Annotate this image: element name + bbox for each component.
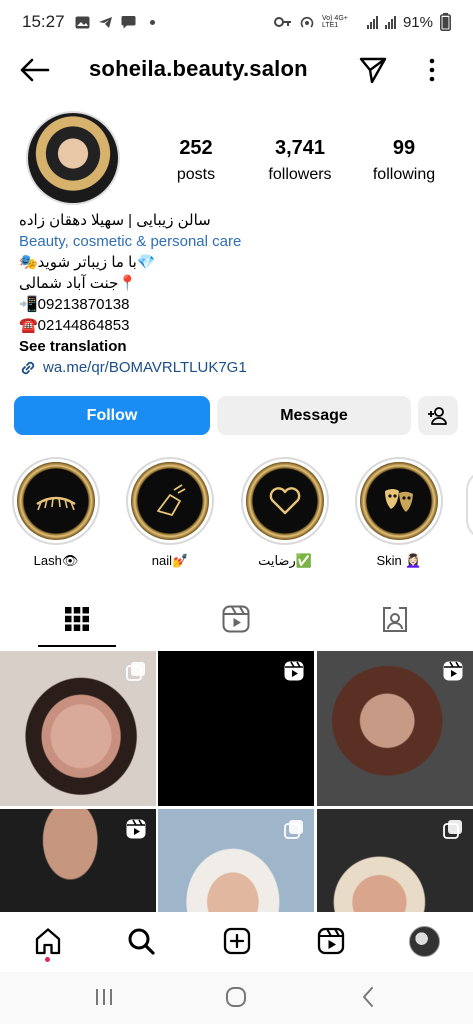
bio-line-2: 📍جنت آباد شمالی (19, 275, 138, 292)
highlight-cover (360, 462, 438, 540)
see-translation-button[interactable]: See translation (19, 336, 459, 357)
posts-count: 252 (179, 137, 213, 159)
carousel-icon (126, 662, 145, 681)
following-count: 99 (392, 137, 416, 159)
reel-icon (443, 661, 463, 681)
gallery-icon (75, 16, 90, 28)
system-status: Vo) 4G+ LTE1 91% (273, 13, 451, 31)
profile-avatar[interactable] (26, 111, 120, 205)
telegram-icon (98, 16, 112, 28)
status-bar: 15:27 Vo) 4G+ LTE1 91% (0, 0, 473, 44)
highlight-skin[interactable]: Skin 💆🏻‍♀️ (354, 457, 444, 569)
grid-post-1[interactable] (0, 651, 156, 806)
highlight-ring (126, 457, 214, 545)
highlight-nail[interactable]: nail💅 (125, 457, 215, 569)
profile-avatar-nav[interactable] (409, 926, 440, 957)
hotspot-icon (300, 16, 314, 28)
highlight-ring (355, 457, 443, 545)
profile-bio: سالن زیبایی | سهیلا دهقان زاده Beauty, c… (19, 210, 459, 378)
signal-icon (366, 15, 378, 29)
key-icon (273, 17, 291, 27)
add-user-icon (428, 406, 447, 425)
dot-icon (149, 19, 155, 25)
followers-stat[interactable]: 3,741 followers (245, 137, 355, 184)
carousel-icon (443, 820, 462, 839)
grid-post-6[interactable] (317, 809, 473, 913)
highlight-label: nail💅 (151, 553, 189, 568)
grid-post-4[interactable] (0, 809, 156, 913)
grid-icon[interactable] (62, 604, 92, 634)
notification-icons (75, 15, 155, 29)
mask-icon (385, 489, 413, 512)
highlight-satisfaction[interactable]: رضایت✅ (240, 457, 330, 569)
heart-icon (269, 487, 301, 515)
home-icon[interactable] (33, 926, 63, 956)
highlight-partial[interactable] (466, 470, 473, 540)
follow-button[interactable]: Follow (14, 396, 210, 435)
bio-line-1: 💎با ما زیباتر شوید🎭 (19, 254, 156, 271)
send-icon[interactable] (358, 54, 388, 84)
signal-icon-2 (384, 15, 396, 29)
posts-label: posts (176, 166, 216, 183)
posts-grid (0, 651, 473, 913)
bio-phone-1: 📲09213870138 (19, 296, 130, 313)
bio-phone-2: ☎️02144864853 (19, 317, 130, 334)
bottom-navigation (0, 912, 473, 972)
message-button[interactable]: Message (217, 396, 411, 435)
highlight-lash[interactable]: Lash👁 (11, 457, 101, 569)
bio-website-link[interactable]: wa.me/qr/BOMAVRLTLUK7G1 (19, 357, 459, 378)
link-icon (21, 361, 35, 374)
reels-icon[interactable] (221, 604, 251, 634)
grid-post-2[interactable] (158, 651, 314, 806)
highlight-cover (17, 462, 95, 540)
chat-icon (121, 16, 136, 29)
reels-nav-icon[interactable] (316, 926, 346, 956)
home-button-icon[interactable] (223, 984, 249, 1010)
bio-category[interactable]: Beauty, cosmetic & personal care (19, 231, 459, 252)
highlight-label: Lash👁 (33, 553, 79, 568)
bio-link-text[interactable]: wa.me/qr/BOMAVRLTLUK7G1 (43, 357, 247, 378)
profile-tabs (0, 600, 473, 648)
profile-header: soheila.beauty.salon (0, 48, 473, 92)
lash-icon (36, 496, 76, 511)
battery-icon (440, 13, 451, 31)
following-label: following (372, 166, 436, 183)
recent-apps-icon[interactable] (91, 984, 117, 1010)
system-navigation-bar (0, 972, 473, 1024)
notification-dot (45, 957, 50, 962)
followers-label: followers (268, 166, 332, 183)
profile-username: soheila.beauty.salon (89, 56, 308, 81)
search-icon[interactable] (126, 926, 156, 956)
following-stat[interactable]: 99 following (349, 137, 459, 184)
posts-stat[interactable]: 252 posts (141, 137, 251, 184)
active-tab-indicator (38, 645, 116, 647)
tagged-icon[interactable] (380, 604, 410, 634)
suggested-users-button[interactable] (418, 396, 458, 435)
reel-icon (284, 661, 304, 681)
highlight-ring (241, 457, 329, 545)
carousel-icon (284, 820, 303, 839)
grid-post-5[interactable] (158, 809, 314, 913)
nail-icon (157, 484, 186, 516)
bio-name: سالن زیبایی | سهیلا دهقان زاده (19, 212, 211, 229)
back-button-icon[interactable] (356, 984, 382, 1010)
back-arrow-icon[interactable] (18, 56, 50, 84)
highlight-ring (12, 457, 100, 545)
highlight-label: Skin 💆🏻‍♀️ (376, 553, 422, 568)
battery-text: 91% (402, 13, 433, 31)
create-icon[interactable] (222, 926, 252, 956)
highlight-cover (246, 462, 324, 540)
status-time: 15:27 (22, 12, 65, 31)
highlight-cover (131, 462, 209, 540)
more-options-icon[interactable] (420, 56, 444, 84)
reel-icon (126, 819, 146, 839)
highlight-label: رضایت✅ (258, 553, 312, 568)
network-label: Vo) 4G+ LTE1 (321, 15, 348, 29)
followers-count: 3,741 (274, 137, 326, 159)
grid-post-3[interactable] (317, 651, 473, 806)
